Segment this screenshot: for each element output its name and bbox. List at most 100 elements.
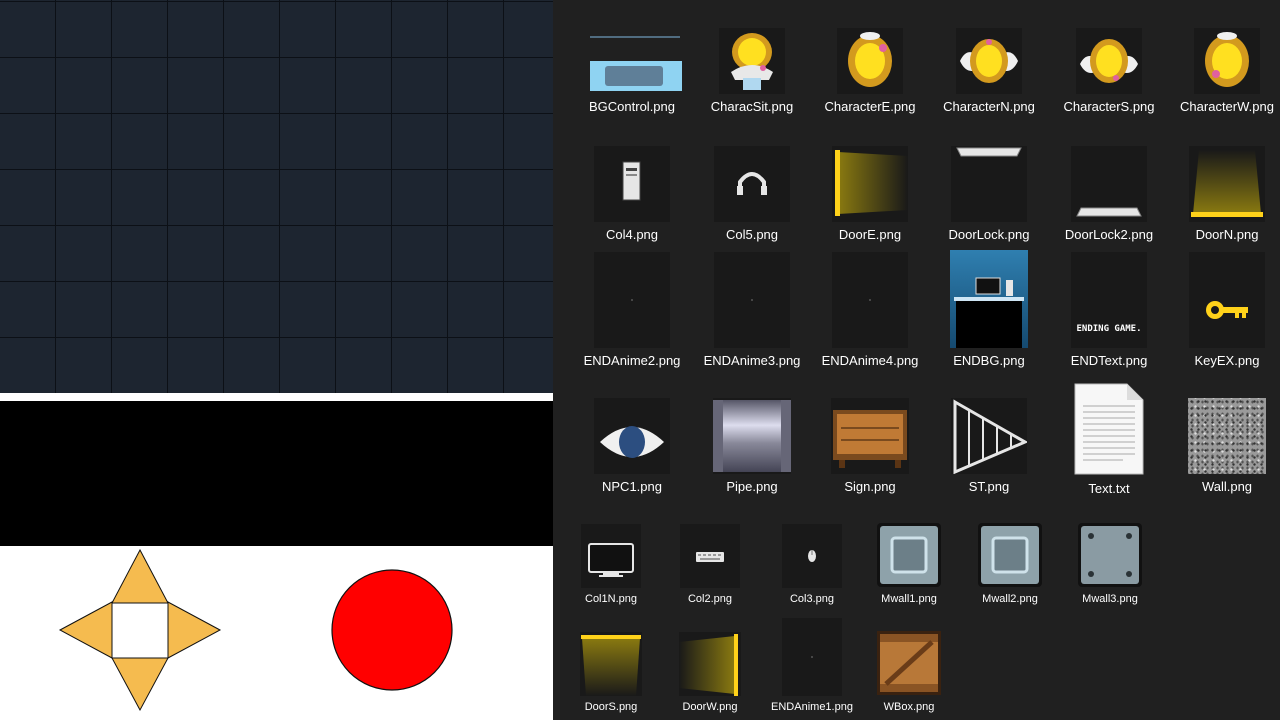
- pc-tower-thumbnail: [594, 146, 670, 222]
- file-item[interactable]: ENDAnime4.png: [811, 252, 929, 368]
- file-name: Sign.png: [844, 479, 896, 494]
- file-name: ENDAnime4.png: [821, 353, 919, 368]
- game-preview: [0, 0, 553, 720]
- wall-texture-thumbnail: [1188, 398, 1266, 474]
- red-circle-button-icon[interactable]: [330, 568, 454, 692]
- file-name: Mwall3.png: [1082, 593, 1138, 605]
- file-item[interactable]: ENDING GAME. ENDText.png: [1050, 252, 1168, 368]
- file-name: Pipe.png: [726, 479, 778, 494]
- wooden-box-thumbnail: [876, 630, 942, 696]
- file-name: ENDAnime2.png: [583, 353, 681, 368]
- file-name: Col2.png: [687, 593, 733, 605]
- file-explorer: BGControl.png CharacSit.png CharacterE.p…: [553, 0, 1280, 720]
- end-anime-thumbnail: [782, 618, 842, 696]
- file-item[interactable]: DoorS.png: [571, 632, 651, 713]
- file-name: BGControl.png: [589, 99, 675, 114]
- door-lock-thumbnail: [951, 146, 1027, 222]
- file-item[interactable]: Col1N.png: [571, 524, 651, 605]
- file-item[interactable]: BGControl.png: [573, 28, 691, 114]
- file-item[interactable]: DoorLock.png: [930, 146, 1048, 242]
- file-name: DoorLock2.png: [1064, 227, 1154, 242]
- file-name: Mwall1.png: [881, 593, 937, 605]
- file-item[interactable]: ENDAnime2.png: [573, 252, 691, 368]
- file-name: ST.png: [968, 479, 1010, 494]
- dpad-right: [167, 601, 222, 659]
- metal-wall-bolted-thumbnail: [1077, 522, 1143, 588]
- dpad-up: [111, 548, 169, 604]
- file-name: Text.txt: [1088, 481, 1130, 496]
- file-name: ENDAnime3.png: [703, 353, 801, 368]
- text-document-icon: [1073, 382, 1145, 476]
- file-item[interactable]: Mwall2.png: [970, 522, 1050, 605]
- file-name: CharacterW.png: [1180, 99, 1274, 114]
- file-item[interactable]: DoorN.png: [1168, 146, 1280, 242]
- door-north-thumbnail: [1189, 146, 1265, 222]
- file-item[interactable]: WBox.png: [869, 630, 949, 713]
- dpad-down: [111, 657, 169, 712]
- npc-thumbnail: [594, 398, 670, 474]
- file-name: Wall.png: [1201, 479, 1253, 494]
- key-thumbnail: [1189, 252, 1265, 348]
- file-name: ENDAnime1.png: [771, 701, 853, 713]
- file-item[interactable]: Col2.png: [670, 524, 750, 605]
- character-west-thumbnail: [1194, 28, 1260, 94]
- game-grid-map: [0, 0, 553, 393]
- controls-panel: [0, 546, 553, 720]
- file-item[interactable]: ST.png: [930, 398, 1048, 494]
- door-west-thumbnail: [679, 632, 741, 696]
- file-item[interactable]: Sign.png: [811, 398, 929, 494]
- file-item[interactable]: DoorLock2.png: [1050, 146, 1168, 242]
- stairs-thumbnail: [951, 398, 1027, 474]
- file-name: Col4.png: [605, 227, 659, 242]
- file-item[interactable]: CharacterE.png: [811, 28, 929, 114]
- dpad-icon[interactable]: [58, 548, 222, 712]
- metal-wall-thumbnail: [977, 522, 1043, 588]
- file-item[interactable]: CharacterS.png: [1050, 28, 1168, 114]
- file-item[interactable]: Wall.png: [1168, 398, 1280, 494]
- door-east-thumbnail: [832, 146, 908, 222]
- monitor-thumbnail: [581, 524, 641, 588]
- bgcontrol-thumbnail: [582, 28, 682, 94]
- file-item[interactable]: ENDAnime1.png: [771, 618, 853, 713]
- character-north-thumbnail: [956, 28, 1022, 94]
- file-item[interactable]: Pipe.png: [693, 398, 811, 494]
- dpad-left: [58, 601, 113, 659]
- end-anime-thumbnail: [832, 252, 908, 348]
- file-item[interactable]: Mwall3.png: [1070, 522, 1150, 605]
- file-item[interactable]: NPC1.png: [573, 398, 691, 494]
- file-item[interactable]: Mwall1.png: [869, 522, 949, 605]
- file-item[interactable]: CharacSit.png: [693, 28, 811, 114]
- file-item[interactable]: KeyEX.png: [1168, 252, 1280, 368]
- file-item[interactable]: Col4.png: [573, 146, 691, 242]
- door-south-thumbnail: [580, 632, 642, 696]
- character-south-thumbnail: [1076, 28, 1142, 94]
- file-name: CharacterN.png: [943, 99, 1035, 114]
- end-text-caption: ENDING GAME.: [1076, 324, 1142, 334]
- file-item[interactable]: Text.txt: [1050, 382, 1168, 496]
- file-name: DoorS.png: [584, 701, 638, 713]
- file-name: Col1N.png: [585, 593, 637, 605]
- message-area: [0, 401, 553, 546]
- file-item[interactable]: DoorE.png: [811, 146, 929, 242]
- file-name: Col3.png: [789, 593, 835, 605]
- file-item[interactable]: ENDBG.png: [930, 250, 1048, 368]
- file-name: DoorW.png: [682, 701, 738, 713]
- file-name: Mwall2.png: [982, 593, 1038, 605]
- file-item[interactable]: Col3.png: [772, 524, 852, 605]
- end-background-thumbnail: [950, 250, 1028, 348]
- dpad-center: [111, 602, 169, 659]
- file-item[interactable]: Col5.png: [693, 146, 811, 242]
- file-name: DoorE.png: [838, 227, 902, 242]
- file-name: ENDText.png: [1070, 353, 1148, 368]
- end-text-thumbnail: ENDING GAME.: [1071, 252, 1147, 348]
- headphones-thumbnail: [714, 146, 790, 222]
- pipe-thumbnail: [713, 398, 791, 474]
- metal-wall-thumbnail: [876, 522, 942, 588]
- file-item[interactable]: DoorW.png: [670, 632, 750, 713]
- file-item[interactable]: CharacterN.png: [930, 28, 1048, 114]
- separator: [0, 393, 553, 401]
- file-name: CharacSit.png: [710, 99, 794, 114]
- file-item[interactable]: ENDAnime3.png: [693, 252, 811, 368]
- file-name: CharacterS.png: [1063, 99, 1155, 114]
- file-item[interactable]: CharacterW.png: [1168, 28, 1280, 114]
